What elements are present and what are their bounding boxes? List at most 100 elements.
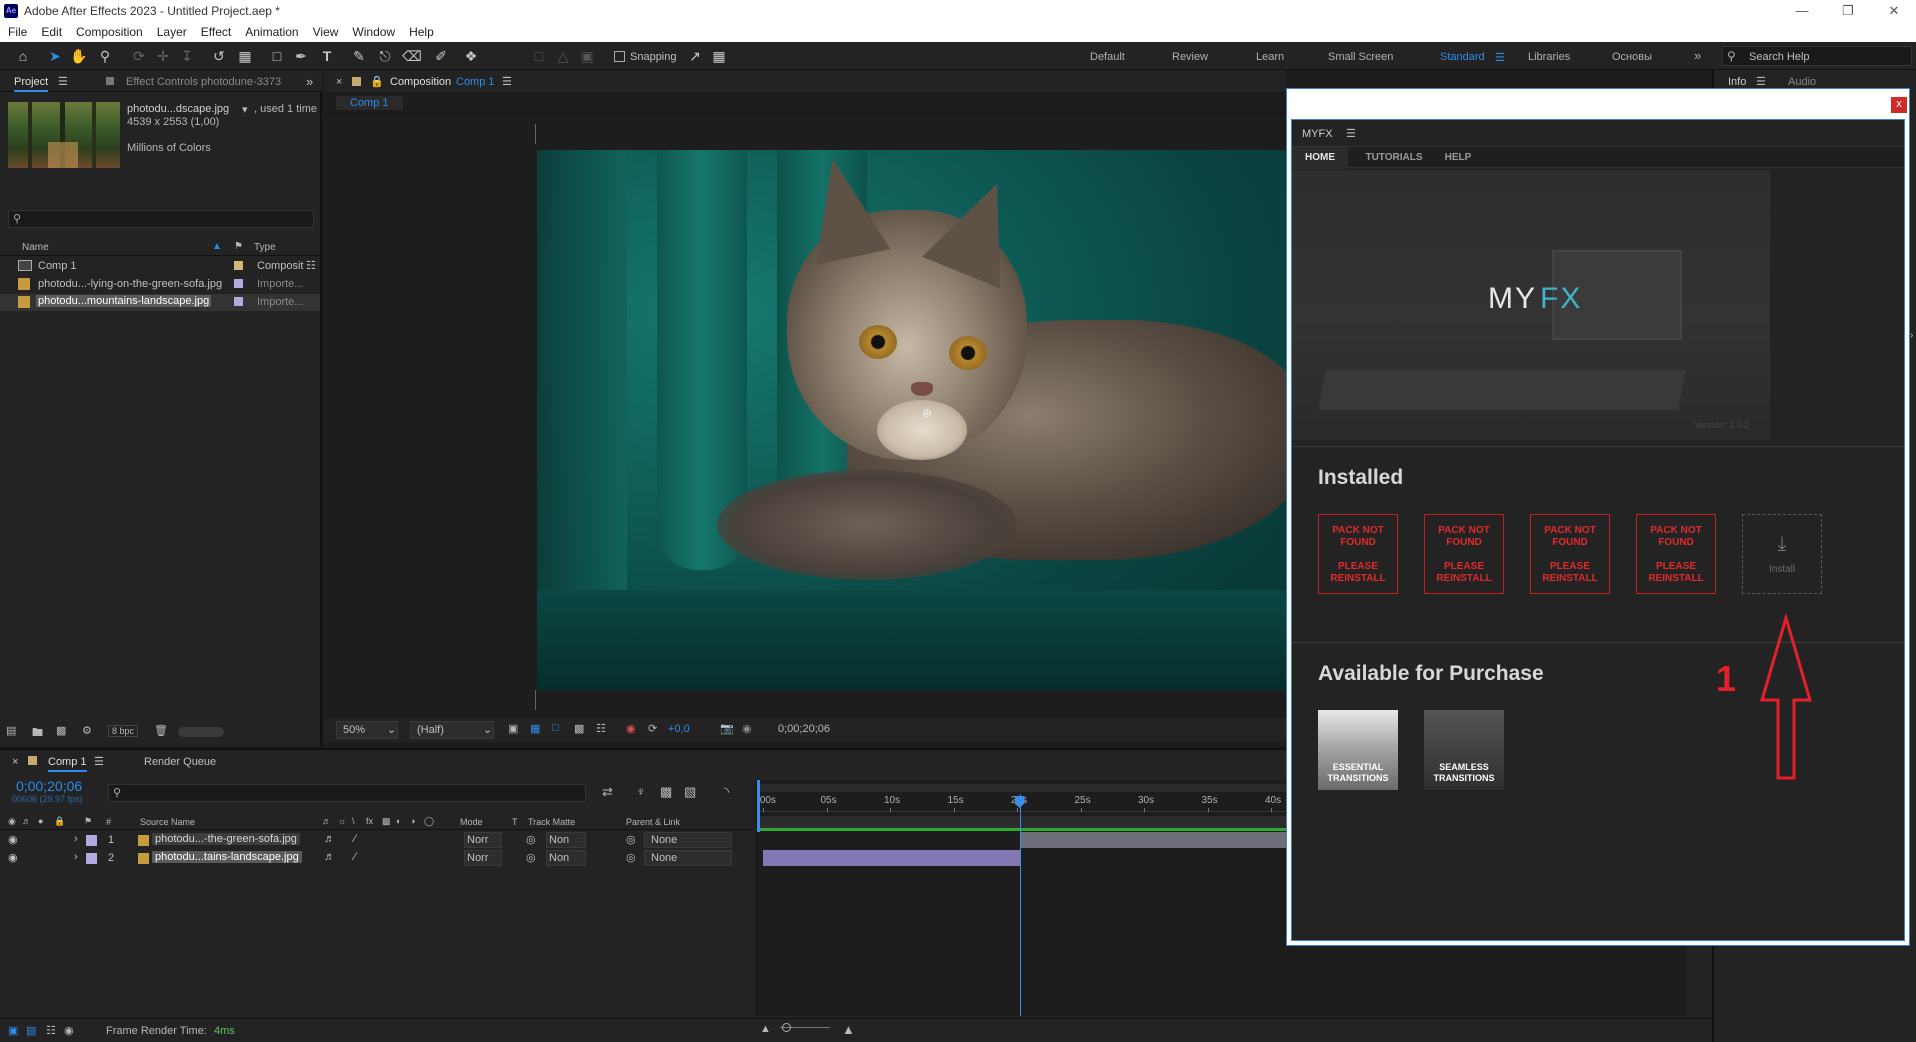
snap-features-icon[interactable]: ▦ [710,47,728,65]
track-matte-dropdown[interactable]: Non [546,832,586,848]
pack-not-found-card[interactable]: PACK NOT FOUND PLEASE REINSTALL [1318,514,1398,594]
clone-stamp-tool-icon[interactable]: ⎋ [376,47,394,65]
col-type[interactable]: Type [254,242,276,253]
timeline-timecode[interactable]: 0;00;20;06 [16,778,82,794]
label-color-icon[interactable] [86,853,97,864]
snapshot-icon[interactable]: 📷 [720,722,734,735]
install-button[interactable]: ⤓ Install [1742,514,1822,594]
close-panel-icon[interactable]: × [12,756,18,768]
pen-tool-icon[interactable]: ✒ [292,47,310,65]
roto-brush-tool-icon[interactable]: ✐ [432,47,450,65]
graph-editor-icon[interactable]: ◝ [724,784,729,800]
shy-switch-icon[interactable]: ♬ [324,851,335,863]
workspace-osnovy[interactable]: Основы [1612,51,1652,63]
project-item[interactable]: Comp 1 Composit ☷ [0,258,320,275]
fast-previews-icon[interactable]: ▣ [508,722,518,735]
tab-render-queue[interactable]: Render Queue [144,756,216,768]
layer-duration-bar[interactable] [763,850,1020,866]
workspace-libraries[interactable]: Libraries [1528,51,1570,63]
zoom-in-time-icon[interactable]: ▲ [842,1022,855,1037]
track-matte-dropdown[interactable]: Non [546,850,586,866]
grid-guides-icon[interactable]: ☷ [596,722,606,735]
time-zoom-handle[interactable] [782,1023,791,1032]
anchor-point-icon[interactable]: ⊕ [922,406,932,420]
workspace-learn[interactable]: Learn [1256,51,1284,63]
shy-switch-icon[interactable]: ♬ [324,833,335,845]
lock-icon[interactable]: 🔒 [370,75,384,88]
orbit-camera-icon[interactable]: ⟳ [130,47,148,65]
menu-help[interactable]: Help [409,25,444,39]
menu-view[interactable]: View [313,25,349,39]
brush-tool-icon[interactable]: ✎ [350,47,368,65]
solo-switch-icon[interactable]: ● [38,816,43,826]
workspace-menu-icon[interactable]: ☰ [1495,51,1505,64]
breadcrumb-comp[interactable]: Comp 1 [336,96,403,110]
rectangle-tool-icon[interactable]: □ [268,47,286,65]
comp-mini-flowchart-icon[interactable]: ⇄ [602,784,613,800]
search-help-field[interactable]: ⚲ Search Help [1722,46,1912,66]
composition-tab-prefix[interactable]: Composition [390,76,451,88]
preview-dropdown-icon[interactable]: ▾ [242,103,248,116]
quality-line-icon[interactable]: ∕ [354,833,356,845]
eraser-tool-icon[interactable]: ⌫ [402,47,422,65]
pan-behind-tool-icon[interactable]: ▦ [236,47,254,65]
parent-pickwhip-icon[interactable]: ◎ [626,833,636,846]
transparency-grid-icon[interactable]: ▦ [530,722,540,735]
draft-3d-icon[interactable]: ♆ [636,784,646,799]
menu-edit[interactable]: Edit [41,25,72,39]
parent-dropdown[interactable]: None [644,850,732,866]
viewer-timecode[interactable]: 0;00;20;06 [778,723,830,735]
tab-project[interactable]: Project [14,76,49,92]
layer-source-name[interactable]: photodu...tains-landscape.jpg [152,851,302,863]
menu-composition[interactable]: Composition [76,25,153,39]
shy-switch-icon[interactable]: ♬ [322,816,331,826]
pack-not-found-card[interactable]: PACK NOT FOUND PLEASE REINSTALL [1530,514,1610,594]
new-composition-icon[interactable]: ▩ [56,724,66,737]
motion-blur-switch-icon[interactable]: ◐ [396,816,401,826]
workspace-small-screen[interactable]: Small Screen [1328,51,1393,63]
puppet-pin-tool-icon[interactable]: ❖ [462,47,480,65]
layer-switches-icon[interactable]: ▣ [8,1024,18,1037]
frame-blending-icon[interactable]: ▧ [684,784,696,800]
col-source-name[interactable]: Source Name [140,817,195,827]
lock-switch-icon[interactable]: 🔒 [54,816,65,827]
playhead[interactable] [1019,794,1021,1016]
sort-ascending-icon[interactable]: ▲ [212,241,222,252]
close-icon[interactable]: ✕ [1874,2,1914,20]
hide-shy-layers-icon[interactable]: ▩ [660,784,672,800]
restore-icon[interactable]: ❐ [1828,2,1868,20]
render-time-icon[interactable]: ◉ [64,1024,74,1037]
layer-source-name[interactable]: photodu...-the-green-sofa.jpg [152,833,300,845]
tab-audio[interactable]: Audio [1788,76,1816,88]
mode-dropdown[interactable]: Norr [464,832,502,848]
home-icon[interactable]: ⌂ [14,47,32,65]
eye-icon[interactable]: ◉ [8,833,18,846]
region-of-interest-icon[interactable]: ▩ [574,722,584,735]
zoom-out-time-icon[interactable]: ▲ [760,1023,771,1035]
zoom-tool-icon[interactable]: ⚲ [96,47,114,65]
audio-switch-icon[interactable]: ♬ [22,816,31,826]
label-column-icon[interactable]: ⚑ [234,241,243,252]
info-menu-icon[interactable]: ☰ [1756,75,1766,88]
col-name[interactable]: Name [22,242,49,253]
composition-tab-name[interactable]: Comp 1 [456,76,495,88]
frame-blend-switch-icon[interactable]: ▩ [382,816,391,827]
menu-window[interactable]: Window [352,25,405,39]
menu-file[interactable]: File [8,25,37,39]
purchase-card-essential[interactable]: ESSENTIAL TRANSITIONS [1318,710,1398,790]
tab-info[interactable]: Info [1728,76,1746,88]
expand-layer-icon[interactable]: › [74,851,78,863]
eye-icon[interactable]: ◉ [8,851,18,864]
dolly-camera-icon[interactable]: ↧ [178,47,196,65]
parent-dropdown[interactable]: None [644,832,732,848]
myfx-menu-icon[interactable]: ☰ [1346,127,1356,140]
adjustment-switch-icon[interactable]: ◑ [410,816,415,826]
workspace-review[interactable]: Review [1172,51,1208,63]
axis-world-icon[interactable]: △ [554,47,572,65]
quality-line-icon[interactable]: ∕ [354,851,356,863]
pack-not-found-card[interactable]: PACK NOT FOUND PLEASE REINSTALL [1424,514,1504,594]
project-menu-icon[interactable]: ☰ [58,75,68,88]
in-out-icon[interactable]: ☷ [46,1024,56,1037]
composition-viewer-image[interactable]: ⊕ [537,150,1286,690]
collapse-switch-icon[interactable]: ☼ [338,816,346,826]
